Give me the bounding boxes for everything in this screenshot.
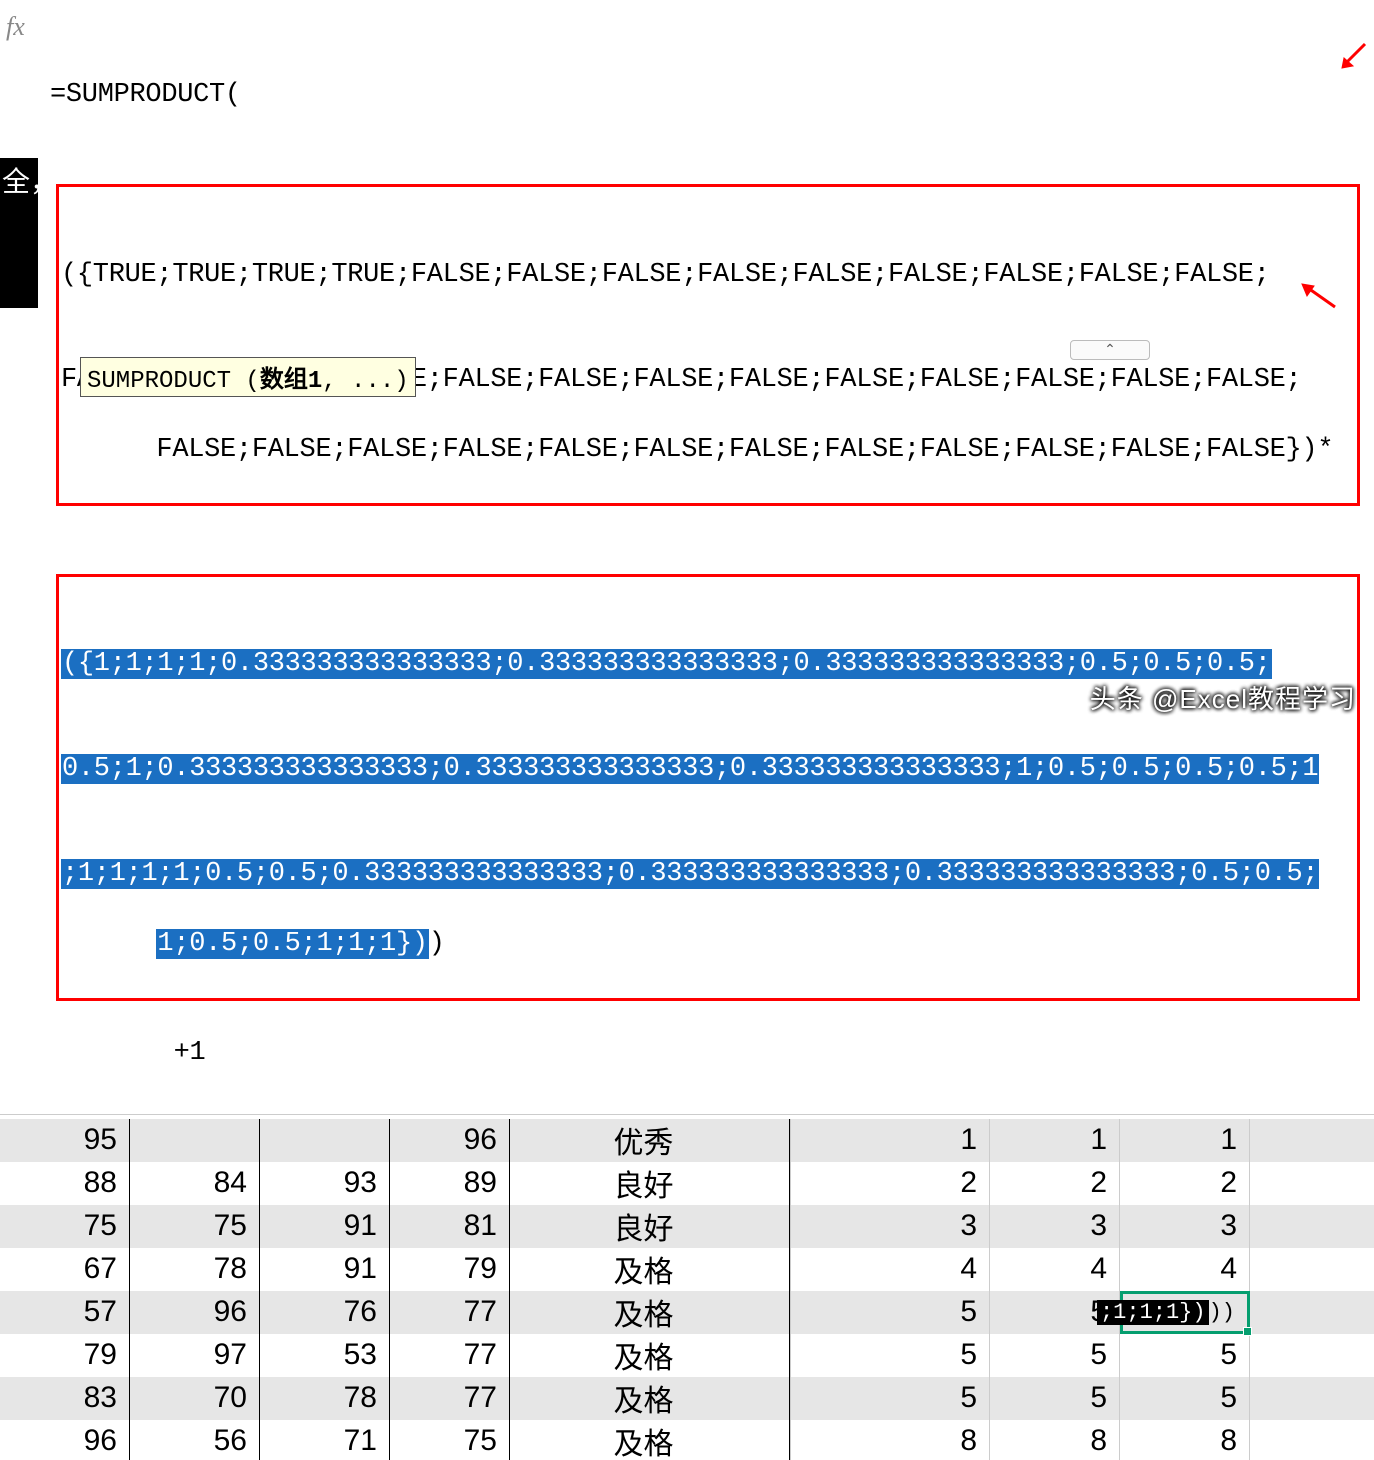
tooltip-open: ( xyxy=(231,368,260,395)
formula-block-true-false: ({TRUE;TRUE;TRUE;TRUE;FALSE;FALSE;FALSE;… xyxy=(56,184,1360,506)
arrow-icon-top xyxy=(1340,42,1370,72)
cell[interactable]: 5 xyxy=(1120,1377,1250,1420)
block2-l3: ;1;1;1;1;0.5;0.5;0.333333333333333;0.333… xyxy=(61,859,1319,889)
left-sidebar-fragment: 全， xyxy=(0,158,38,308)
formula-block-weights: ({1;1;1;1;0.333333333333333;0.3333333333… xyxy=(56,574,1360,1001)
cell[interactable]: 77 xyxy=(390,1291,510,1334)
cell[interactable]: 良好 xyxy=(510,1205,790,1248)
cell[interactable]: 91 xyxy=(260,1205,390,1248)
spreadsheet-grid[interactable]: 9596优秀11188849389良好22275759181良好33367789… xyxy=(0,1119,1374,1460)
cell[interactable]: 1 xyxy=(990,1119,1120,1162)
cell[interactable]: 8 xyxy=(1120,1420,1250,1460)
active-cell-tail: )) xyxy=(1209,1300,1235,1325)
cell[interactable]: 5 xyxy=(990,1334,1120,1377)
table-row[interactable]: 79975377及格555 xyxy=(0,1334,1374,1377)
cell[interactable] xyxy=(260,1119,390,1162)
cell[interactable]: 5 xyxy=(990,1377,1120,1420)
block2-l2: 0.5;1;0.333333333333333;0.33333333333333… xyxy=(61,754,1319,784)
cell[interactable]: 89 xyxy=(390,1162,510,1205)
cell[interactable]: 2 xyxy=(1120,1162,1250,1205)
cell[interactable]: 及格 xyxy=(510,1291,790,1334)
cell[interactable]: 5 xyxy=(790,1334,990,1377)
fill-handle[interactable] xyxy=(1243,1327,1252,1336)
watermark-text: 头条 @Excel教程学习 xyxy=(1090,679,1356,716)
block2-l1: ({1;1;1;1;0.333333333333333;0.3333333333… xyxy=(61,649,1272,679)
cell[interactable]: 96 xyxy=(130,1291,260,1334)
block1-l3: FALSE;FALSE;FALSE;FALSE;FALSE;FALSE;FALS… xyxy=(156,435,1333,465)
cell[interactable]: 67 xyxy=(0,1248,130,1291)
cell[interactable]: 1 xyxy=(1120,1119,1250,1162)
column-expand-button[interactable]: ⌃ xyxy=(1070,340,1150,360)
cell[interactable]: 97 xyxy=(130,1334,260,1377)
block2-tail: ) xyxy=(429,929,445,959)
formula-prefix: =SUMPRODUCT( xyxy=(50,78,1366,113)
cell[interactable]: 83 xyxy=(0,1377,130,1420)
cell[interactable] xyxy=(130,1119,260,1162)
table-row[interactable]: 57967677及格55;1;1;1}))) xyxy=(0,1291,1374,1334)
cell[interactable]: 71 xyxy=(260,1420,390,1460)
block2-l4: 1;0.5;0.5;1;1;1}) xyxy=(156,929,428,959)
cell[interactable]: 5 xyxy=(1120,1334,1250,1377)
formula-bar-area: fx =SUMPRODUCT( ({TRUE;TRUE;TRUE;TRUE;FA… xyxy=(0,0,1374,1115)
cell[interactable]: 77 xyxy=(390,1377,510,1420)
table-row[interactable]: 67789179及格444 xyxy=(0,1248,1374,1291)
cell[interactable]: 及格 xyxy=(510,1377,790,1420)
cell[interactable]: 53 xyxy=(260,1334,390,1377)
cell[interactable]: 及格 xyxy=(510,1334,790,1377)
cell[interactable]: 91 xyxy=(260,1248,390,1291)
cell[interactable]: 56 xyxy=(130,1420,260,1460)
table-row[interactable]: 83707877及格555 xyxy=(0,1377,1374,1420)
cell[interactable]: 96 xyxy=(390,1119,510,1162)
cell[interactable]: 78 xyxy=(130,1248,260,1291)
cell[interactable]: 93 xyxy=(260,1162,390,1205)
cell[interactable]: 3 xyxy=(1120,1205,1250,1248)
cell[interactable]: 2 xyxy=(790,1162,990,1205)
cell[interactable]: 76 xyxy=(260,1291,390,1334)
cell[interactable]: 及格 xyxy=(510,1420,790,1460)
cell[interactable]: 及格 xyxy=(510,1248,790,1291)
cell[interactable]: 75 xyxy=(0,1205,130,1248)
cell[interactable]: 1 xyxy=(790,1119,990,1162)
cell[interactable]: 5 xyxy=(790,1291,990,1334)
cell[interactable]: 4 xyxy=(1120,1248,1250,1291)
tooltip-arg[interactable]: 数组1 xyxy=(260,368,322,395)
cell[interactable]: 3 xyxy=(990,1205,1120,1248)
cell[interactable]: 2 xyxy=(990,1162,1120,1205)
cell[interactable]: 88 xyxy=(0,1162,130,1205)
cell[interactable]: 8 xyxy=(990,1420,1120,1460)
function-tooltip: SUMPRODUCT (数组1, ...) xyxy=(80,357,416,397)
active-cell-editing-text: ;1;1;1}) xyxy=(1097,1300,1209,1325)
cell[interactable]: 77 xyxy=(390,1334,510,1377)
tooltip-fn-name: SUMPRODUCT xyxy=(87,368,231,395)
cell[interactable]: 8 xyxy=(790,1420,990,1460)
cell[interactable]: 70 xyxy=(130,1377,260,1420)
cell[interactable]: 优秀 xyxy=(510,1119,790,1162)
table-row[interactable]: 96567175及格888 xyxy=(0,1420,1374,1460)
arrow-icon-bottom xyxy=(1300,282,1340,312)
formula-input[interactable]: =SUMPRODUCT( ({TRUE;TRUE;TRUE;TRUE;FALSE… xyxy=(0,0,1374,1114)
formula-plus-one: +1 xyxy=(174,1038,206,1068)
cell[interactable]: 57 xyxy=(0,1291,130,1334)
cell[interactable]: 96 xyxy=(0,1420,130,1460)
cell[interactable]: 75 xyxy=(130,1205,260,1248)
cell[interactable]: 78 xyxy=(260,1377,390,1420)
cell[interactable]: 4 xyxy=(990,1248,1120,1291)
active-cell[interactable]: ;1;1;1}))) xyxy=(1120,1291,1250,1334)
table-row[interactable]: 75759181良好333 xyxy=(0,1205,1374,1248)
cell[interactable]: 5 xyxy=(790,1377,990,1420)
cell[interactable]: 3 xyxy=(790,1205,990,1248)
table-row[interactable]: 9596优秀111 xyxy=(0,1119,1374,1162)
cell[interactable]: 84 xyxy=(130,1162,260,1205)
table-row[interactable]: 88849389良好222 xyxy=(0,1162,1374,1205)
cell[interactable]: 95 xyxy=(0,1119,130,1162)
cell[interactable]: 良好 xyxy=(510,1162,790,1205)
cell[interactable]: 4 xyxy=(790,1248,990,1291)
cell[interactable]: 79 xyxy=(390,1248,510,1291)
cell[interactable]: 79 xyxy=(0,1334,130,1377)
cell[interactable]: 75 xyxy=(390,1420,510,1460)
block1-l1: ({TRUE;TRUE;TRUE;TRUE;FALSE;FALSE;FALSE;… xyxy=(61,260,1270,290)
cell[interactable]: 81 xyxy=(390,1205,510,1248)
chevron-up-icon: ⌃ xyxy=(1104,342,1116,359)
tooltip-rest: , ...) xyxy=(322,368,408,395)
